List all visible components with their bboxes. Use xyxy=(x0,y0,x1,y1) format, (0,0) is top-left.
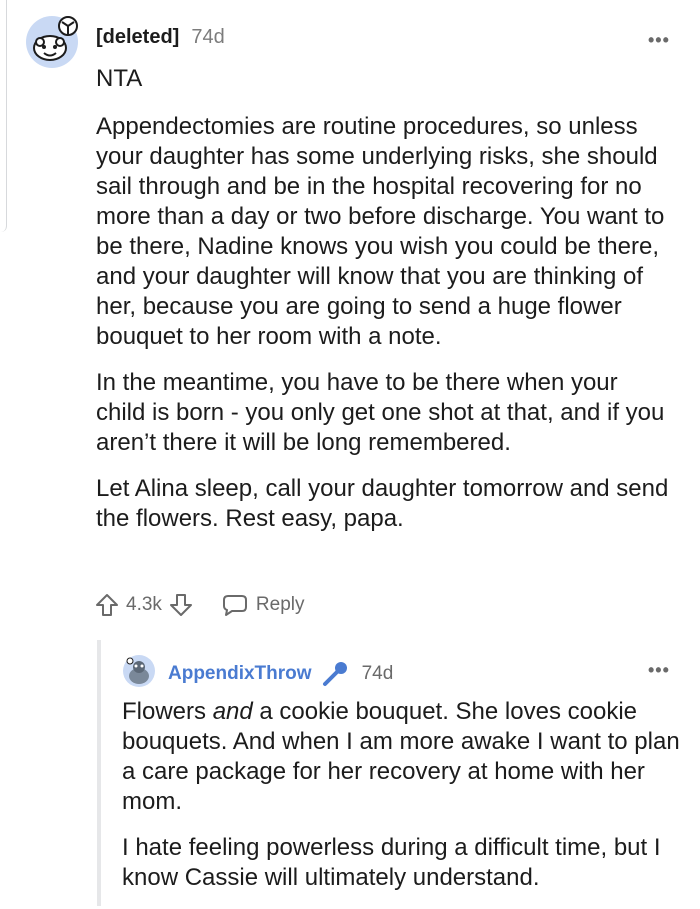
user-avatar[interactable] xyxy=(24,14,80,70)
reply-paragraph-1: Flowers and a cookie bouquet. She loves … xyxy=(122,698,680,815)
comment-actions: 4.3k Reply xyxy=(94,592,305,618)
comment-verdict: NTA xyxy=(96,65,143,92)
reply-thread-line[interactable] xyxy=(97,640,101,906)
comment-header: [deleted] 74d xyxy=(96,26,225,49)
comment-bubble-icon xyxy=(222,595,247,616)
vote-count: 4.3k xyxy=(126,594,162,615)
upvote-icon[interactable] xyxy=(94,592,120,618)
comment-username[interactable]: [deleted] xyxy=(96,26,179,49)
comment-timestamp: 74d xyxy=(191,26,225,48)
comment-body-main: Appendectomies are routine procedures, s… xyxy=(96,112,671,550)
reply-label: Reply xyxy=(255,594,305,615)
reply-more-horizontal-icon[interactable]: ••• xyxy=(648,660,670,681)
reply-timestamp: 74d xyxy=(361,663,394,684)
comment-paragraph-3: Let Alina sleep, call your daughter tomo… xyxy=(96,475,669,532)
comment-body: NTA xyxy=(96,64,671,110)
reply-header: AppendixThrow 74d xyxy=(168,659,393,689)
microphone-icon xyxy=(322,662,347,686)
reply-username[interactable]: AppendixThrow xyxy=(168,663,312,685)
more-horizontal-icon[interactable]: ••• xyxy=(648,30,670,51)
reply-user-avatar[interactable] xyxy=(122,654,156,688)
comment-paragraph-1: Appendectomies are routine procedures, s… xyxy=(96,113,665,350)
reply-paragraph-2: I hate feeling powerless during a diffic… xyxy=(122,834,661,891)
reply-button[interactable]: Reply xyxy=(222,593,305,617)
reply-body: Flowers and a cookie bouquet. She loves … xyxy=(122,697,682,909)
comment-paragraph-2: In the meantime, you have to be there wh… xyxy=(96,369,665,456)
downvote-icon[interactable] xyxy=(168,592,194,618)
thread-edge-line xyxy=(0,0,7,232)
reply-emphasis: and xyxy=(212,698,253,725)
